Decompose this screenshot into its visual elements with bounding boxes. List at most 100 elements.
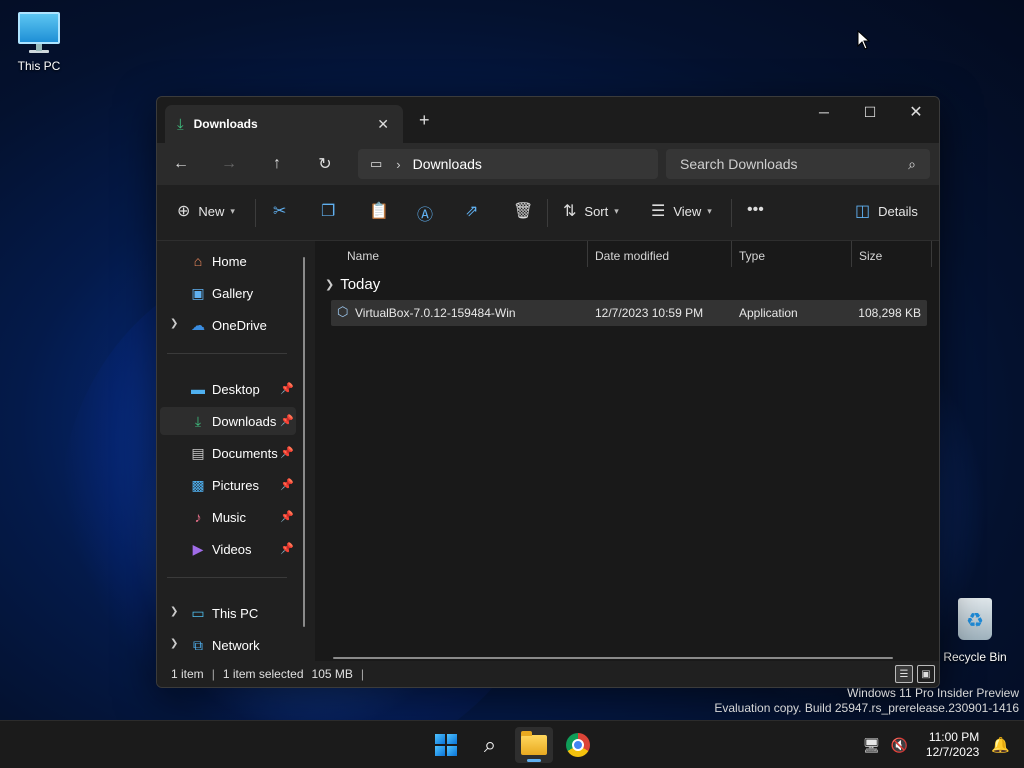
- installer-icon: ⬡: [337, 304, 349, 319]
- breadcrumb-downloads[interactable]: Downloads: [413, 156, 482, 172]
- group-header-today[interactable]: ❯ Today: [325, 276, 380, 293]
- view-button[interactable]: ☰ View ▾: [651, 201, 712, 221]
- recycle-bin-icon: [958, 598, 992, 640]
- back-button[interactable]: ←: [157, 143, 205, 185]
- scissors-icon: ✂: [273, 203, 287, 220]
- sidebar-item-label: Downloads: [212, 414, 277, 429]
- gallery-icon: ▣: [191, 285, 205, 301]
- sidebar-item-label: Videos: [212, 542, 252, 557]
- home-icon: ⌂: [193, 253, 203, 269]
- sidebar-item-downloads[interactable]: ⤓ Downloads 📌: [160, 407, 296, 435]
- search-input[interactable]: Search Downloads ⌕: [666, 149, 930, 179]
- pin-icon[interactable]: 📌: [280, 382, 294, 395]
- status-selected-count: 1 item selected: [222, 667, 304, 681]
- sidebar-item-gallery[interactable]: ▣ Gallery: [160, 279, 296, 307]
- up-button[interactable]: ↑: [253, 143, 301, 185]
- column-header-size[interactable]: Size: [859, 241, 882, 271]
- desktop-icon-label: This PC: [17, 59, 61, 73]
- chevron-down-icon: ▾: [614, 205, 619, 216]
- rename-button[interactable]: Ⓐ: [417, 201, 433, 225]
- sort-button[interactable]: ⇅ Sort ▾: [563, 201, 619, 221]
- more-options-button[interactable]: •••: [747, 201, 764, 219]
- clock[interactable]: 11:00 PM 12/7/2023: [926, 730, 979, 760]
- new-button[interactable]: ⊕ New ▾: [177, 201, 235, 221]
- sidebar-item-music[interactable]: ♪ Music 📌: [160, 503, 296, 531]
- desktop-icon-recycle-bin[interactable]: Recycle Bin: [936, 598, 1014, 664]
- new-tab-button[interactable]: +: [419, 110, 430, 131]
- search-button[interactable]: ⌕: [471, 727, 509, 763]
- pin-icon[interactable]: 📌: [280, 542, 294, 555]
- pin-icon[interactable]: 📌: [280, 510, 294, 523]
- chevron-right-icon[interactable]: ❯: [170, 606, 178, 617]
- sidebar-item-label: Gallery: [212, 286, 254, 301]
- chrome-icon: [566, 733, 590, 757]
- pin-icon[interactable]: 📌: [280, 478, 294, 491]
- pictures-icon: ▩: [191, 477, 205, 493]
- watermark-line-2: Evaluation copy. Build 25947.rs_prerelea…: [714, 701, 1019, 715]
- sidebar-item-pictures[interactable]: ▩ Pictures 📌: [160, 471, 296, 499]
- network-icon[interactable]: 🖥: [863, 737, 881, 754]
- sidebar-item-documents[interactable]: ▤ Documents 📌: [160, 439, 296, 467]
- title-bar: ⤓ Downloads ✕ + ─ ☐ ✕: [157, 97, 939, 143]
- sidebar-item-videos[interactable]: ▶ Videos 📌: [160, 535, 296, 563]
- start-button[interactable]: [427, 727, 465, 763]
- documents-icon: ▤: [191, 445, 205, 461]
- computer-icon: ▭: [370, 156, 383, 171]
- desktop-icon-this-pc[interactable]: This PC: [0, 12, 78, 73]
- chrome-taskbar-button[interactable]: [559, 727, 597, 763]
- desktop-icon: ▬: [191, 381, 205, 397]
- details-view-icon[interactable]: ☰: [895, 665, 913, 683]
- sort-icon: ⇅: [563, 203, 577, 220]
- forward-button[interactable]: →: [205, 143, 253, 185]
- windows-logo-icon: [435, 734, 457, 756]
- file-explorer-taskbar-button[interactable]: [515, 727, 553, 763]
- sidebar-item-onedrive[interactable]: ❯ ☁ OneDrive: [160, 311, 296, 339]
- sidebar-item-this-pc[interactable]: ❯ ▭ This PC: [160, 599, 296, 627]
- desktop-icon-label: Recycle Bin: [943, 650, 1007, 664]
- sidebar-item-desktop[interactable]: ▬ Desktop 📌: [160, 375, 296, 403]
- paste-button[interactable]: 📋: [369, 201, 389, 221]
- maximize-button[interactable]: ☐: [847, 97, 893, 127]
- sidebar-item-network[interactable]: ❯ ⧉ Network: [160, 631, 296, 659]
- tab-downloads[interactable]: ⤓ Downloads ✕: [165, 105, 403, 143]
- column-header-name[interactable]: Name: [347, 241, 379, 271]
- chevron-down-icon: ▾: [707, 205, 712, 216]
- sort-label: Sort: [584, 203, 609, 219]
- network-icon: ⧉: [193, 637, 203, 653]
- copy-icon: ❐: [321, 203, 336, 220]
- file-date: 12/7/2023 10:59 PM: [595, 306, 704, 320]
- search-placeholder: Search Downloads: [680, 156, 798, 172]
- pin-icon[interactable]: 📌: [280, 446, 294, 459]
- pin-icon[interactable]: 📌: [280, 414, 294, 427]
- delete-button[interactable]: 🗑: [513, 201, 533, 221]
- minimize-button[interactable]: ─: [801, 97, 847, 127]
- sidebar-item-label: Music: [212, 510, 246, 525]
- command-bar: ⊕ New ▾ ✂ ❐ 📋 Ⓐ ⇗ 🗑 ⇅ Sort ▾ ☰ View ▾ ••…: [157, 185, 939, 241]
- sidebar-item-label: Documents: [212, 446, 278, 461]
- share-icon: ⇗: [465, 203, 479, 220]
- chevron-right-icon[interactable]: ❯: [170, 318, 178, 329]
- table-row[interactable]: ⬡ VirtualBox-7.0.12-159484-Win 12/7/2023…: [331, 300, 927, 326]
- address-bar[interactable]: ▭ › Downloads: [358, 149, 658, 179]
- tab-close-icon[interactable]: ✕: [377, 116, 389, 133]
- chevron-right-icon[interactable]: ❯: [170, 638, 178, 649]
- horizontal-scrollbar[interactable]: [333, 657, 893, 659]
- trash-icon: 🗑: [513, 203, 534, 220]
- music-icon: ♪: [194, 509, 202, 525]
- cut-button[interactable]: ✂: [273, 201, 286, 221]
- volume-muted-icon[interactable]: 🔇: [890, 737, 907, 754]
- details-button[interactable]: ◫ Details: [855, 201, 918, 221]
- sidebar-scrollbar[interactable]: [303, 257, 305, 627]
- file-explorer-window: ⤓ Downloads ✕ + ─ ☐ ✕ ← → ↑ ↻ ▭ › Downlo…: [156, 96, 940, 688]
- tiles-view-icon[interactable]: ▣: [917, 665, 935, 683]
- notification-bell-icon[interactable]: 🔔: [991, 736, 1010, 754]
- share-button[interactable]: ⇗: [465, 201, 478, 221]
- copy-button[interactable]: ❐: [321, 201, 335, 221]
- column-header-type[interactable]: Type: [739, 241, 765, 271]
- navigation-bar: ← → ↑ ↻ ▭ › Downloads Search Downloads ⌕: [157, 143, 939, 185]
- column-header-date[interactable]: Date modified: [595, 241, 669, 271]
- refresh-button[interactable]: ↻: [301, 143, 349, 185]
- close-button[interactable]: ✕: [893, 97, 939, 127]
- sidebar-item-home[interactable]: ⌂ Home: [160, 247, 296, 275]
- status-bar: 1 item | 1 item selected 105 MB | ☰ ▣: [157, 661, 939, 687]
